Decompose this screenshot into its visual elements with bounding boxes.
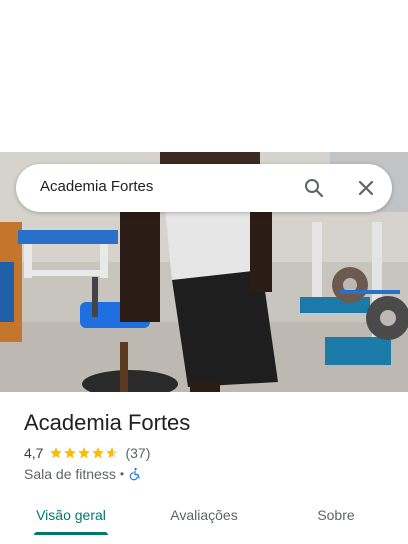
place-category: Sala de fitness <box>24 466 116 482</box>
rating-value: 4,7 <box>24 445 44 461</box>
search-icon[interactable] <box>302 176 326 200</box>
star-icon <box>64 447 77 459</box>
half-star-icon <box>106 447 119 459</box>
active-tab-indicator <box>34 532 108 535</box>
star-icon <box>78 447 91 459</box>
category-row: Sala de fitness • <box>24 465 142 483</box>
star-rating <box>49 446 119 460</box>
tab-about[interactable]: Sobre <box>294 496 378 534</box>
close-icon[interactable] <box>354 176 378 200</box>
separator-dot: • <box>119 467 125 481</box>
rating-row[interactable]: 4,7 (37) <box>24 444 150 462</box>
search-input[interactable]: Academia Fortes <box>40 178 153 195</box>
star-icon <box>92 447 105 459</box>
search-bar[interactable]: Academia Fortes <box>16 164 392 212</box>
place-title: Academia Fortes <box>24 410 191 435</box>
star-icon <box>50 447 63 459</box>
blank-header-area <box>0 0 408 152</box>
tab-overview[interactable]: Visão geral <box>20 496 122 534</box>
place-tabs: Visão geral Avaliações Sobre <box>0 496 408 544</box>
review-count[interactable]: (37) <box>125 445 150 461</box>
wheelchair-icon <box>129 467 140 481</box>
tab-reviews[interactable]: Avaliações <box>152 496 256 534</box>
